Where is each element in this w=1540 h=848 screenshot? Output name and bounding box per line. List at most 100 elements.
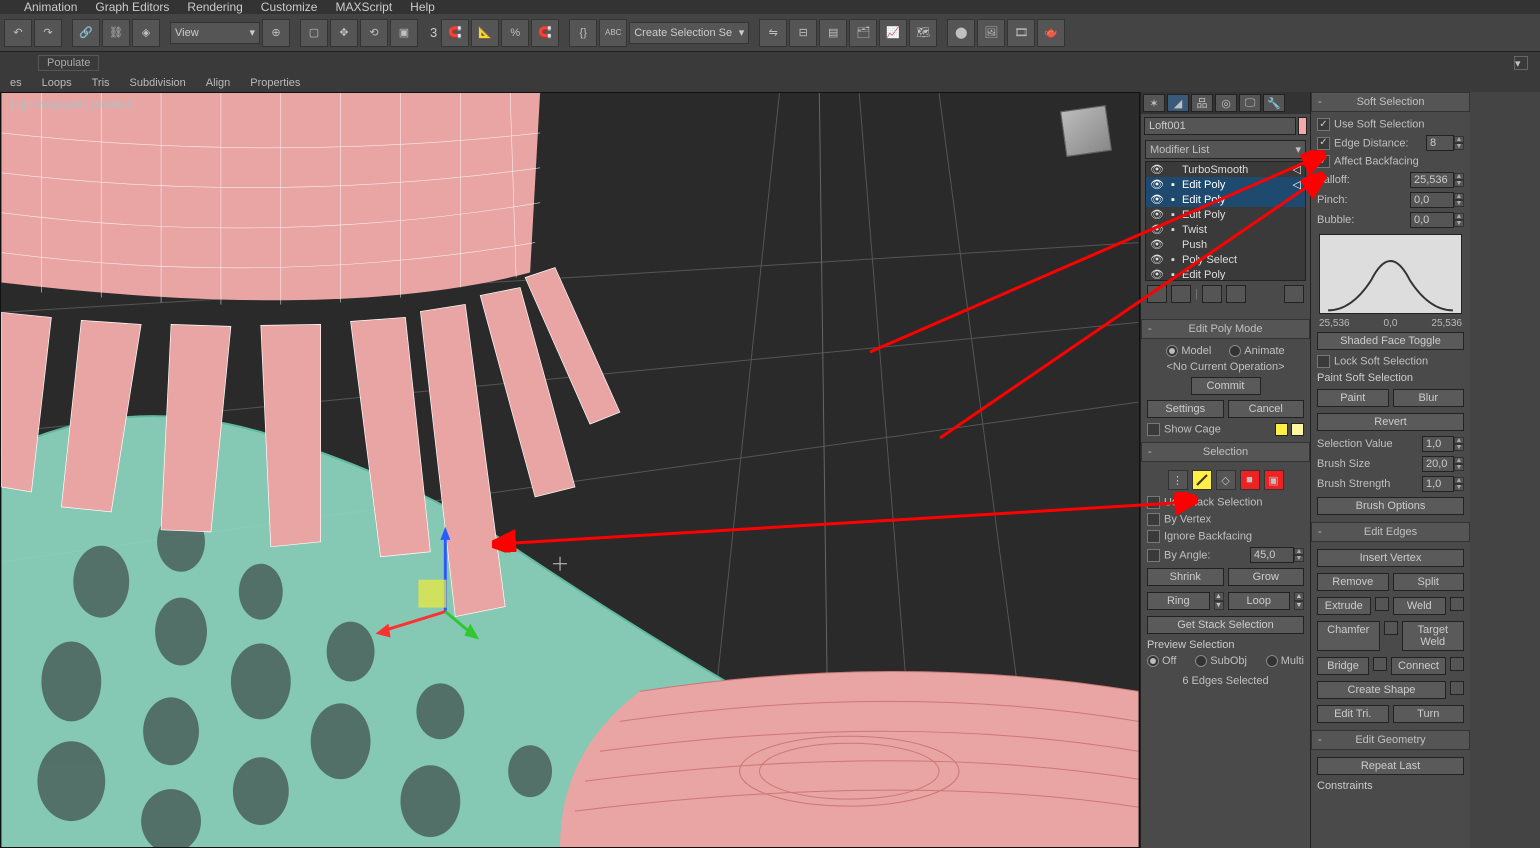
- material-editor[interactable]: ⬤: [947, 19, 975, 47]
- brush-size-input[interactable]: [1422, 456, 1454, 472]
- bridge-button[interactable]: Bridge: [1317, 657, 1369, 675]
- edit-tri-button[interactable]: Edit Tri.: [1317, 705, 1389, 723]
- edit-edges-rollout[interactable]: -Edit Edges: [1311, 522, 1470, 542]
- use-soft-sel-check[interactable]: [1317, 118, 1330, 131]
- turn-button[interactable]: Turn: [1393, 705, 1465, 723]
- falloff-value[interactable]: [1410, 172, 1454, 188]
- brush-options-button[interactable]: Brush Options: [1317, 497, 1464, 515]
- edit-geometry-rollout[interactable]: -Edit Geometry: [1311, 730, 1470, 750]
- extrude-button[interactable]: Extrude: [1317, 597, 1371, 615]
- weld-button[interactable]: Weld: [1393, 597, 1447, 615]
- insert-vertex-button[interactable]: Insert Vertex: [1317, 549, 1464, 567]
- paint-button[interactable]: Paint: [1317, 389, 1389, 407]
- show-cage-check[interactable]: [1147, 423, 1160, 436]
- get-stack-sel-button[interactable]: Get Stack Selection: [1147, 616, 1304, 634]
- stack-twist[interactable]: 👁▪Twist: [1146, 222, 1305, 237]
- modify-tab[interactable]: ◢: [1167, 94, 1189, 112]
- extrude-settings[interactable]: [1375, 597, 1389, 611]
- chamfer-settings[interactable]: [1384, 621, 1398, 635]
- stack-poly-select[interactable]: 👁▪Poly Select: [1146, 252, 1305, 267]
- modifier-stack[interactable]: 👁TurboSmooth◁ 👁▪Edit Poly◁ 👁▪Edit Poly 👁…: [1145, 161, 1306, 281]
- display-tab[interactable]: 🖵: [1239, 94, 1261, 112]
- shaded-face-toggle-button[interactable]: Shaded Face Toggle: [1317, 332, 1464, 350]
- cage-color-2[interactable]: [1291, 423, 1304, 436]
- spinner-snap[interactable]: 🧲: [531, 19, 559, 47]
- menu-es[interactable]: es: [0, 74, 32, 93]
- menu-loops[interactable]: Loops: [32, 74, 82, 93]
- stack-turbosmooth[interactable]: 👁TurboSmooth◁: [1146, 162, 1305, 177]
- settings-button[interactable]: Settings: [1147, 400, 1224, 418]
- bridge-settings[interactable]: [1373, 657, 1387, 671]
- menu-graph-editors[interactable]: Graph Editors: [95, 0, 169, 14]
- menu-rendering[interactable]: Rendering: [187, 0, 242, 14]
- scale-button[interactable]: ▣: [390, 19, 418, 47]
- by-angle-value[interactable]: [1250, 547, 1294, 563]
- expand-icon[interactable]: ▾: [1514, 56, 1528, 70]
- align-button[interactable]: ⊟: [789, 19, 817, 47]
- modifier-list-dropdown[interactable]: Modifier List▾: [1145, 140, 1306, 159]
- target-weld-button[interactable]: Target Weld: [1402, 621, 1465, 651]
- affect-backfacing-check[interactable]: [1317, 155, 1330, 168]
- connect-settings[interactable]: [1450, 657, 1464, 671]
- loop-button[interactable]: Loop: [1228, 592, 1291, 610]
- bind-button[interactable]: ◈: [132, 19, 160, 47]
- create-shape-button[interactable]: Create Shape: [1317, 681, 1446, 699]
- by-angle-check[interactable]: [1147, 549, 1160, 562]
- selection-rollout[interactable]: -Selection: [1141, 442, 1310, 462]
- menu-align[interactable]: Align: [196, 74, 240, 93]
- stack-edit-poly-2[interactable]: 👁▪Edit Poly: [1146, 192, 1305, 207]
- named-selection-dropdown[interactable]: Create Selection Se▾: [629, 22, 749, 44]
- menu-properties[interactable]: Properties: [240, 74, 310, 93]
- commit-button[interactable]: Commit: [1191, 377, 1261, 395]
- select-button[interactable]: ▢: [300, 19, 328, 47]
- preview-subobj-radio[interactable]: [1195, 655, 1207, 667]
- shrink-button[interactable]: Shrink: [1147, 568, 1224, 586]
- link-button[interactable]: 🔗: [72, 19, 100, 47]
- unlink-button[interactable]: ⛓: [102, 19, 130, 47]
- undo-button[interactable]: ↶: [4, 19, 32, 47]
- menu-help[interactable]: Help: [410, 0, 435, 14]
- border-subobj[interactable]: ◇: [1216, 470, 1236, 490]
- curve-editor[interactable]: 📈: [879, 19, 907, 47]
- populate-group[interactable]: Populate: [38, 55, 99, 71]
- render-setup[interactable]: 🖼: [977, 19, 1005, 47]
- edit-named-sel[interactable]: {}: [569, 19, 597, 47]
- hierarchy-tab[interactable]: 品: [1191, 94, 1213, 112]
- viewcube[interactable]: [1060, 105, 1112, 157]
- element-subobj[interactable]: ▣: [1264, 470, 1284, 490]
- configure-sets-button[interactable]: [1284, 285, 1304, 303]
- stack-edit-poly-3[interactable]: 👁▪Edit Poly: [1146, 207, 1305, 222]
- lock-soft-sel-check[interactable]: [1317, 355, 1330, 368]
- percent-snap[interactable]: %: [501, 19, 529, 47]
- preview-multi-radio[interactable]: [1266, 655, 1278, 667]
- utilities-tab[interactable]: 🔧: [1263, 94, 1285, 112]
- ignore-backfacing-check[interactable]: [1147, 530, 1160, 543]
- remove-modifier-button[interactable]: [1226, 285, 1246, 303]
- render-button[interactable]: 🫖: [1037, 19, 1065, 47]
- create-tab[interactable]: ✶: [1143, 94, 1165, 112]
- pin-stack-button[interactable]: [1147, 285, 1167, 303]
- polygon-subobj[interactable]: ■: [1240, 470, 1260, 490]
- create-shape-settings[interactable]: [1450, 681, 1464, 695]
- redo-button[interactable]: ↷: [34, 19, 62, 47]
- viewport[interactable]: [+][orthographic][shaded]: [0, 92, 1140, 848]
- selection-value-input[interactable]: [1422, 436, 1454, 452]
- menu-subdivision[interactable]: Subdivision: [120, 74, 196, 93]
- connect-button[interactable]: Connect: [1391, 657, 1446, 675]
- stack-push[interactable]: 👁Push: [1146, 237, 1305, 252]
- brush-strength-input[interactable]: [1422, 476, 1454, 492]
- edge-subobj[interactable]: [1192, 470, 1212, 490]
- by-vertex-check[interactable]: [1147, 513, 1160, 526]
- snap-toggle[interactable]: 🧲: [441, 19, 469, 47]
- split-button[interactable]: Split: [1393, 573, 1465, 591]
- rotate-button[interactable]: ⟲: [360, 19, 388, 47]
- schematic-view[interactable]: 🗺: [909, 19, 937, 47]
- animate-radio[interactable]: [1229, 345, 1241, 357]
- motion-tab[interactable]: ◎: [1215, 94, 1237, 112]
- use-stack-sel-check[interactable]: [1147, 496, 1160, 509]
- stack-edit-poly-1[interactable]: 👁▪Edit Poly◁: [1146, 177, 1305, 192]
- stack-edit-poly-4[interactable]: 👁▪Edit Poly: [1146, 267, 1305, 281]
- edge-distance-value[interactable]: [1426, 135, 1454, 151]
- move-button[interactable]: ✥: [330, 19, 358, 47]
- bubble-value[interactable]: [1410, 212, 1454, 228]
